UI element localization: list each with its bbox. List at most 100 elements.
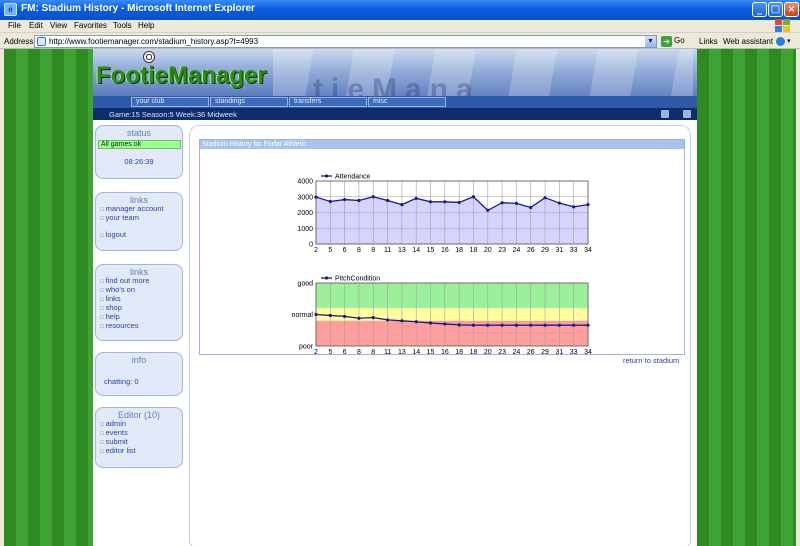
grass-background-right [697,49,796,546]
your-team-link[interactable]: your team [96,214,182,223]
chart2-xtick-13: 23 [498,349,506,355]
chart2-xtick-15: 26 [527,349,535,355]
maximize-button[interactable]: □ [768,2,783,17]
chart2-point-2 [343,314,347,318]
web-assistant-button[interactable]: Web assistant [723,37,773,46]
chart2-point-19 [586,323,590,327]
nav-your-club[interactable]: your club [131,97,209,107]
chart2-point-15 [529,323,533,327]
menu-edit[interactable]: Edit [29,21,43,30]
info-panel: info chatting: 0 [95,352,183,396]
web-assistant-dropdown-icon[interactable]: ▾ [787,37,791,45]
site-logo[interactable]: FootieManager [96,62,267,90]
go-button[interactable]: ➜ Go [661,36,685,48]
sound-icon[interactable] [661,110,669,118]
server-clock: 08:26:39 [124,157,154,166]
address-url[interactable]: http://www.footiemanager.com/stadium_his… [49,37,258,46]
chart2-band-1 [316,308,588,321]
stadium-charts: 010002000300040002 5 6 8 8 11 13 14 15 16 18 18 20 23… [292,174,592,357]
chart1-xtick-5: 11 [384,247,391,254]
menu-file[interactable]: File [8,21,21,30]
chart1-point-17 [557,201,561,205]
links-toolbar-button[interactable]: Links [699,37,718,46]
chart2-point-12 [486,323,490,327]
editor-panel: Editor (10) admin events submit editor l… [95,407,183,468]
chart1-point-18 [572,205,576,209]
chart1-xtick-15: 26 [527,247,535,254]
chart2-point-10 [457,323,461,327]
chart2-point-3 [357,316,361,320]
chart1-area [316,196,588,244]
chart2-point-6 [400,319,404,323]
resources-link[interactable]: resources [96,322,182,331]
menu-help[interactable]: Help [138,21,154,30]
chart1-point-9 [443,200,447,204]
chart2-ytick-2: good [297,281,313,288]
game-info-bar: Game:15 Season:5 Week:36 Midweek [93,108,697,120]
windows-logo-icon [775,19,790,32]
chart1-legend-label: Attendance [335,174,371,181]
chart1-point-15 [529,205,533,210]
game-info-text: Game:15 Season:5 Week:36 Midweek [109,110,237,119]
chart2-point-14 [514,323,519,327]
return-to-stadium-link[interactable]: return to stadium [623,356,679,365]
address-dropdown-icon[interactable]: ▼ [645,36,656,47]
chart1-ytick-2: 2000 [297,210,313,217]
chart2-band-0 [316,283,588,309]
chart2-xtick-19: 34 [584,349,592,355]
nav-standings[interactable]: standings [210,97,288,107]
status-message: All games ok [98,140,181,149]
chart1-xtick-12: 20 [484,247,492,254]
status-title: status [126,128,151,138]
chart2-xtick-10: 18 [455,349,463,355]
document-icon[interactable] [683,110,691,118]
chart2-xtick-0: 2 [314,349,318,355]
chart1-point-14 [514,201,519,205]
logout-link[interactable]: logout [96,231,182,240]
chart1-xtick-13: 23 [498,247,506,254]
banner-ghost-text: tieMana [313,73,481,96]
editor-list-link[interactable]: editor list [96,447,182,456]
chart1-xtick-4: 8 [371,247,375,254]
links-panel-account: links manager account your team logout [95,192,183,251]
chart2-point-9 [443,322,447,326]
chart1-xtick-0: 2 [314,247,318,254]
chart2-xtick-9: 16 [441,349,449,355]
chart1-xtick-10: 18 [455,247,463,254]
chart2-xtick-2: 6 [343,349,347,355]
chart1-xtick-9: 16 [441,247,449,254]
chart2-xtick-8: 15 [427,349,435,355]
chart2-xtick-12: 20 [484,349,492,355]
chart1-point-13 [500,201,504,205]
chart2-ytick-1: normal [292,312,314,319]
chart1-ytick-0: 0 [309,242,313,249]
chart2-xtick-18: 33 [570,349,578,355]
chart2-point-17 [557,323,561,327]
chart1-xtick-2: 6 [343,247,347,254]
chart2-legend-marker [324,276,329,280]
chart2-ytick-0: poor [299,344,314,351]
grass-background-left [4,49,93,546]
menu-tools[interactable]: Tools [113,21,132,30]
close-button[interactable]: × [784,2,799,17]
site-banner: tieMana FootieManager [93,49,697,96]
chart2-xtick-4: 8 [371,349,375,355]
chart1-xtick-17: 31 [555,247,563,254]
chart2-xtick-11: 18 [470,349,478,355]
chart1-legend-marker [324,174,329,178]
nav-transfers[interactable]: transfers [289,97,367,107]
chatting-count[interactable]: chatting: 0 [104,377,182,386]
minimize-button[interactable]: _ [752,2,767,17]
nav-misc[interactable]: misc [368,97,446,107]
chart2-legend-label: PitchCondition [335,276,380,283]
menu-favorites[interactable]: Favorites [74,21,107,30]
address-field[interactable]: http://www.footiemanager.com/stadium_his… [34,35,657,48]
chart1-xtick-1: 5 [328,247,332,254]
chart1-xtick-19: 34 [584,247,592,254]
chart2-xtick-3: 8 [357,349,361,355]
go-arrow-icon: ➜ [661,36,672,47]
chart1-xtick-11: 18 [470,247,478,254]
menu-view[interactable]: View [50,21,67,30]
web-assistant-icon[interactable] [776,37,785,46]
chart1-xtick-16: 29 [541,247,549,254]
